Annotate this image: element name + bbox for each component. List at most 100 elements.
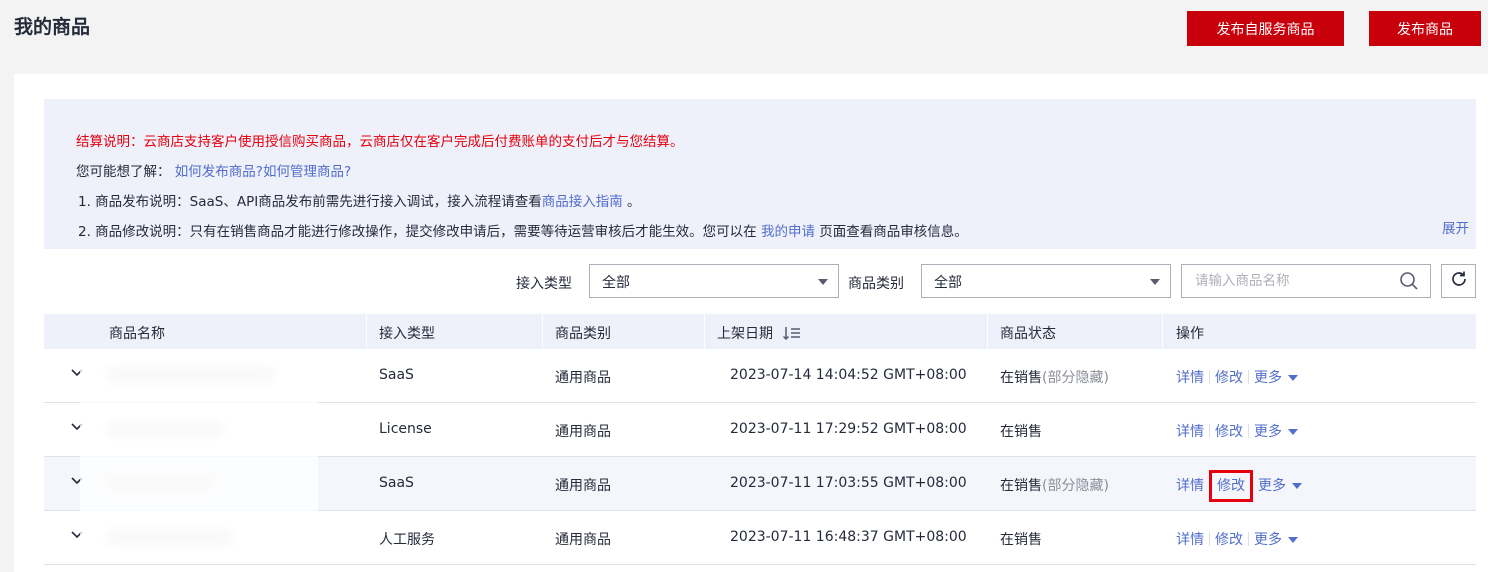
col-status: 商品状态 — [1000, 326, 1056, 342]
col-product-name: 商品名称 — [109, 326, 165, 342]
status-cell: 在销售(部分隐藏) — [1000, 475, 1109, 495]
sort-icon[interactable] — [783, 326, 801, 341]
detail-link[interactable]: 详情 — [1176, 478, 1204, 494]
divider — [1209, 370, 1210, 384]
search-box — [1181, 264, 1431, 298]
col-actions: 操作 — [1176, 326, 1204, 342]
search-icon[interactable] — [1399, 271, 1419, 295]
status-extra: (部分隐藏) — [1042, 478, 1109, 494]
refresh-button[interactable] — [1441, 264, 1476, 298]
access-guide-link[interactable]: 商品接入指南 — [542, 194, 623, 210]
access-type-cell: 人工服务 — [379, 532, 435, 548]
divider — [1252, 478, 1253, 492]
col-category: 商品类别 — [555, 326, 611, 342]
detail-link[interactable]: 详情 — [1176, 532, 1204, 548]
modify-instruction-text: 2. 商品修改说明：只有在销售商品才能进行修改操作，提交修改申请后，需要等待运营… — [78, 224, 761, 240]
access-type-value: 全部 — [602, 275, 630, 291]
category-cell: 通用商品 — [555, 478, 611, 494]
category-cell: 通用商品 — [555, 370, 611, 386]
col-list-date-label: 上架日期 — [717, 326, 773, 342]
maybe-know-line: 您可能想了解： 如何发布商品?如何管理商品? — [76, 160, 351, 180]
row-actions: 详情 修改 更多 — [1176, 529, 1298, 549]
access-type-cell: SaaS — [379, 475, 414, 491]
how-to-publish-link[interactable]: 如何发布商品? — [175, 164, 263, 180]
more-dropdown[interactable]: 更多 — [1254, 370, 1298, 386]
access-type-select[interactable]: 全部 — [589, 264, 839, 298]
modify-instruction-suffix: 页面查看商品审核信息。 — [814, 224, 968, 240]
edit-link[interactable]: 修改 — [1209, 470, 1253, 502]
category-select[interactable]: 全部 — [921, 264, 1171, 298]
column-divider — [987, 314, 988, 349]
status-text: 在销售 — [1000, 424, 1042, 440]
my-applications-link[interactable]: 我的申请 — [761, 224, 815, 240]
divider — [1248, 424, 1249, 438]
refresh-icon — [1449, 269, 1469, 293]
edit-link[interactable]: 修改 — [1215, 424, 1243, 440]
more-dropdown[interactable]: 更多 — [1254, 532, 1298, 548]
category-cell: 通用商品 — [555, 424, 611, 440]
divider — [1248, 532, 1249, 546]
edit-link[interactable]: 修改 — [1215, 370, 1243, 386]
notice-panel: 结算说明：云商店支持客户使用授信购买商品，云商店仅在客户完成后付费账单的支付后才… — [44, 99, 1476, 249]
edit-link[interactable]: 修改 — [1215, 532, 1243, 548]
caret-down-icon — [1288, 429, 1298, 435]
divider — [1248, 370, 1249, 384]
settlement-warning: 结算说明：云商店支持客户使用授信购买商品，云商店仅在客户完成后付费账单的支付后才… — [76, 134, 684, 150]
category-label: 商品类别 — [848, 276, 904, 292]
row-actions: 详情 修改 更多 — [1176, 367, 1298, 387]
more-label: 更多 — [1254, 370, 1282, 386]
publish-self-service-button[interactable]: 发布自服务商品 — [1187, 11, 1344, 46]
column-divider — [1162, 314, 1163, 349]
status-cell: 在销售 — [1000, 421, 1042, 441]
page-title: 我的商品 — [14, 16, 91, 38]
access-type-cell: License — [379, 421, 432, 437]
caret-down-icon — [1288, 537, 1298, 543]
caret-down-icon — [1288, 375, 1298, 381]
redaction-overlay — [80, 349, 318, 553]
access-type-cell: SaaS — [379, 367, 414, 383]
divider — [1209, 424, 1210, 438]
how-to-manage-link[interactable]: 如何管理商品? — [263, 164, 351, 180]
more-dropdown[interactable]: 更多 — [1258, 478, 1302, 494]
more-dropdown[interactable]: 更多 — [1254, 424, 1298, 440]
publish-instruction: 1. 商品发布说明：SaaS、API商品发布前需先进行接入调试，接入流程请查看商… — [78, 190, 641, 210]
status-extra: (部分隐藏) — [1042, 370, 1109, 386]
chevron-down-icon — [1150, 279, 1160, 285]
more-label: 更多 — [1254, 532, 1282, 548]
col-list-date[interactable]: 上架日期 — [717, 323, 801, 343]
table-header: 商品名称 接入类型 商品类别 上架日期 商品状态 操作 — [44, 314, 1476, 349]
divider — [1209, 532, 1210, 546]
category-value: 全部 — [934, 275, 962, 291]
status-text: 在销售 — [1000, 478, 1042, 494]
publish-product-button[interactable]: 发布商品 — [1369, 11, 1481, 46]
modify-instruction: 2. 商品修改说明：只有在销售商品才能进行修改操作，提交修改申请后，需要等待运营… — [78, 220, 968, 240]
search-input[interactable] — [1182, 265, 1392, 297]
date-cell: 2023-07-11 17:03:55 GMT+08:00 — [730, 475, 967, 491]
detail-link[interactable]: 详情 — [1176, 370, 1204, 386]
date-cell: 2023-07-11 17:29:52 GMT+08:00 — [730, 421, 967, 437]
caret-down-icon — [1292, 483, 1302, 489]
category-cell: 通用商品 — [555, 532, 611, 548]
row-actions: 详情 修改 更多 — [1176, 470, 1302, 502]
column-divider — [542, 314, 543, 349]
column-divider — [366, 314, 367, 349]
column-divider — [704, 314, 705, 349]
chevron-down-icon — [818, 279, 828, 285]
more-label: 更多 — [1258, 478, 1286, 494]
detail-link[interactable]: 详情 — [1176, 424, 1204, 440]
maybe-know-prefix: 您可能想了解： — [76, 164, 171, 180]
status-cell: 在销售(部分隐藏) — [1000, 367, 1109, 387]
date-cell: 2023-07-14 14:04:52 GMT+08:00 — [730, 367, 967, 383]
expand-notice-link[interactable]: 展开 — [1442, 217, 1469, 237]
publish-instruction-suffix: 。 — [622, 194, 641, 210]
row-actions: 详情 修改 更多 — [1176, 421, 1298, 441]
more-label: 更多 — [1254, 424, 1282, 440]
status-text: 在销售 — [1000, 370, 1042, 386]
status-text: 在销售 — [1000, 532, 1042, 548]
access-type-label: 接入类型 — [516, 276, 572, 292]
publish-instruction-text: 1. 商品发布说明：SaaS、API商品发布前需先进行接入调试，接入流程请查看 — [78, 194, 542, 210]
divider — [1209, 478, 1210, 492]
col-access-type: 接入类型 — [379, 326, 435, 342]
date-cell: 2023-07-11 16:48:37 GMT+08:00 — [730, 529, 967, 545]
status-cell: 在销售 — [1000, 529, 1042, 549]
